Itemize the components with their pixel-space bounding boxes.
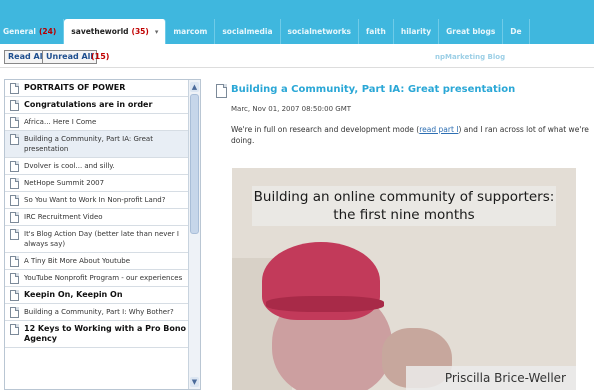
tab-bar: General (24) savetheworld (35) ▾ marcom social… [0, 0, 594, 44]
tab-label: savetheworld [71, 27, 129, 36]
list-item[interactable]: Congratulations are in order [5, 97, 200, 114]
list-item[interactable]: NetHope Summit 2007 [5, 175, 200, 192]
blog-title: npMarketing Blog [435, 53, 506, 61]
list-item[interactable]: YouTube Nonprofit Program - our experien… [5, 270, 200, 287]
list-item-label: YouTube Nonprofit Program - our experien… [24, 274, 183, 282]
list-item-label: A Tiny Bit More About Youtube [24, 257, 131, 265]
document-icon [10, 161, 19, 172]
tab-unread-count: (35) [131, 27, 149, 36]
tab-label: General [3, 27, 36, 36]
list-item[interactable]: 12 Keys to Working with a Pro Bono Agenc… [5, 321, 200, 348]
list-item-label: NetHope Summit 2007 [24, 179, 105, 187]
list-item-label: Congratulations are in order [24, 100, 153, 109]
list-item[interactable]: Keepin On, Keepin On [5, 287, 200, 304]
tab-label: faith [366, 27, 386, 36]
list-item-label: Building a Community, Part I: Why Bother… [24, 308, 174, 316]
tab-label: Great blogs [446, 27, 496, 36]
tab-hilarity[interactable]: hilarity [394, 19, 440, 44]
list-item[interactable]: Building a Community, Part I: Why Bother… [5, 304, 200, 321]
document-icon [10, 212, 19, 223]
document-icon [10, 229, 19, 240]
list-item-label: Keepin On, Keepin On [24, 290, 123, 299]
document-icon [10, 134, 19, 145]
list-item[interactable]: Building a Community, Part IA: Great pre… [5, 131, 200, 158]
list-item-label: IRC Recruitment Video [24, 213, 103, 221]
toolbar: Read All Unread All (15) npMarketing Blo… [0, 44, 594, 68]
document-icon [10, 178, 19, 189]
document-icon [216, 84, 227, 98]
post-date: Marc, Nov 01, 2007 08:50:00 GMT [231, 105, 352, 113]
list-scrollbar[interactable]: ▲ ▼ [188, 80, 200, 389]
scroll-up-icon[interactable]: ▲ [190, 82, 199, 92]
unread-all-button[interactable]: Unread All [42, 50, 98, 64]
document-icon [10, 290, 19, 301]
post-title[interactable]: Building a Community, Part IA: Great pre… [231, 84, 515, 95]
list-item[interactable]: A Tiny Bit More About Youtube [5, 253, 200, 270]
scroll-down-icon[interactable]: ▼ [190, 377, 199, 387]
document-icon [10, 324, 19, 335]
list-item-label: 12 Keys to Working with a Pro Bono Agenc… [24, 324, 187, 343]
tab-general[interactable]: General (24) [0, 19, 65, 44]
post-list: PORTRAITS OF POWER Congratulations are in… [4, 79, 201, 390]
document-icon [10, 100, 19, 111]
post-body: We're in full on research and developmen… [231, 124, 593, 146]
tab-marcom[interactable]: marcom [166, 19, 216, 44]
tab-savetheworld[interactable]: savetheworld (35) ▾ [64, 19, 167, 44]
slide-caption: Priscilla Brice-Weller [406, 366, 576, 390]
slide-title-line2: the first nine months [333, 207, 475, 223]
list-item[interactable]: IRC Recruitment Video [5, 209, 200, 226]
tab-socialmedia[interactable]: socialmedia [215, 19, 281, 44]
tab-label: socialnetworks [287, 27, 352, 36]
hat-band-shape [266, 296, 384, 312]
document-icon [10, 195, 19, 206]
document-icon [10, 273, 19, 284]
tab-great-blogs[interactable]: Great blogs [439, 19, 504, 44]
post-view: Building a Community, Part IA: Great pre… [208, 70, 594, 390]
list-item-label: PORTRAITS OF POWER [24, 83, 126, 92]
presentation-slide-image: Building an online community of supporte… [232, 168, 576, 390]
tab-unread-count: (24) [39, 27, 57, 36]
unread-count-badge: (15) [91, 52, 110, 61]
tab-label: socialmedia [222, 27, 273, 36]
document-icon [10, 307, 19, 318]
list-item-label: Building a Community, Part IA: Great pre… [24, 135, 153, 153]
document-icon [10, 83, 19, 94]
list-item[interactable]: It's Blog Action Day (better late than n… [5, 226, 200, 253]
chevron-down-icon[interactable]: ▾ [155, 28, 159, 36]
slide-title-line1: Building an online community of supporte… [253, 189, 555, 205]
list-item[interactable]: Dvolver is cool... and silly. [5, 158, 200, 175]
tab-label: marcom [173, 27, 208, 36]
list-item[interactable]: Africa... Here I Come [5, 114, 200, 131]
read-part-link[interactable]: read part I [419, 125, 458, 134]
list-item[interactable]: PORTRAITS OF POWER [5, 80, 200, 97]
post-list-items: PORTRAITS OF POWER Congratulations are in… [5, 80, 200, 348]
tab-list: General (24) savetheworld (35) ▾ marcom social… [0, 19, 594, 44]
list-item-label: Africa... Here I Come [24, 118, 97, 126]
list-item-label: So You Want to Work In Non-profit Land? [24, 196, 166, 204]
tab-socialnetworks[interactable]: socialnetworks [281, 19, 360, 44]
list-item-label: It's Blog Action Day (better late than n… [24, 230, 179, 248]
document-icon [10, 256, 19, 267]
post-body-text-start: We're in full on research and developmen… [231, 125, 420, 134]
slide-title: Building an online community of supporte… [252, 186, 556, 226]
list-item[interactable]: So You Want to Work In Non-profit Land? [5, 192, 200, 209]
tab-label: hilarity [400, 27, 432, 36]
tab-faith[interactable]: faith [359, 19, 394, 44]
tab-label: De [510, 27, 522, 36]
document-icon [10, 117, 19, 128]
tab-de[interactable]: De [503, 19, 530, 44]
scroll-thumb[interactable] [190, 94, 199, 234]
list-item-label: Dvolver is cool... and silly. [24, 162, 115, 170]
